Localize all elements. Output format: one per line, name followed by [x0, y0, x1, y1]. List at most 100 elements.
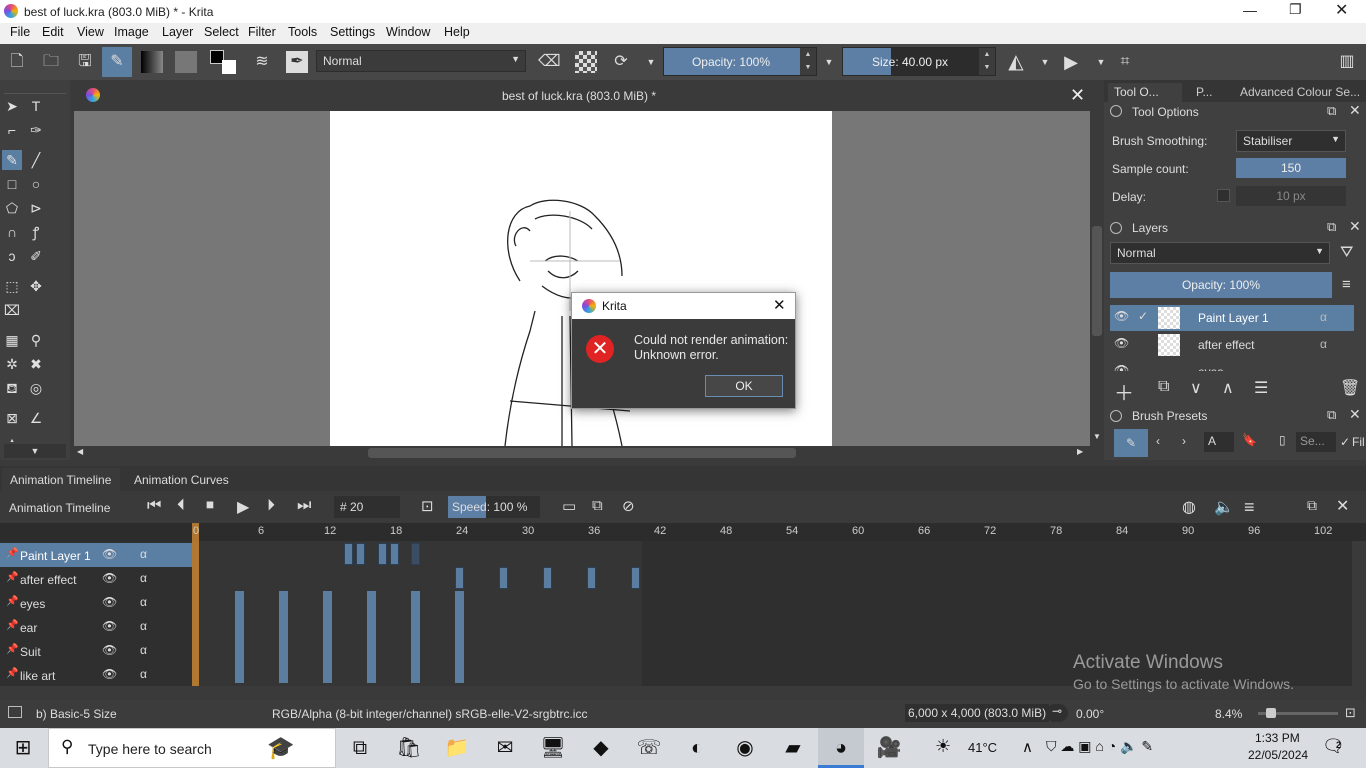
keyframe-column[interactable]: [235, 591, 244, 683]
layer-menu-icon[interactable]: ≡: [1342, 276, 1351, 293]
timeline-layer-like-art[interactable]: 📌 like art 👁 α: [0, 663, 192, 685]
text-tool-icon[interactable]: T: [26, 96, 46, 116]
select-shape-icon[interactable]: ➤: [2, 96, 22, 116]
line-tool-icon[interactable]: ╱: [26, 150, 46, 170]
transform-tool-icon[interactable]: ⬚: [2, 276, 22, 296]
layer-check-icon[interactable]: ✓: [1138, 309, 1148, 323]
measure-tool-icon[interactable]: ∠: [26, 408, 46, 428]
preset-view-icon[interactable]: ▯: [1279, 433, 1286, 447]
canvas-horizontal-scrollbar[interactable]: ◀ ▶: [74, 446, 1090, 460]
rotation-icon[interactable]: ⊸: [1046, 704, 1068, 722]
toolbox-scroll-down[interactable]: ▼: [4, 444, 66, 458]
alpha-icon[interactable]: α: [140, 595, 147, 609]
new-document-icon[interactable]: 🗋: [6, 51, 28, 73]
layer-filter-icon[interactable]: ⛛: [1340, 244, 1353, 262]
drop-frames-icon[interactable]: ⊡: [421, 497, 434, 515]
add-layer-icon[interactable]: ＋: [1114, 377, 1134, 406]
multibrush-icon[interactable]: ✐: [26, 246, 46, 266]
layers-close-icon[interactable]: ✕: [1349, 218, 1361, 235]
file-explorer-icon[interactable]: 📁: [434, 728, 480, 768]
preset-tag-select[interactable]: A: [1204, 432, 1234, 452]
krita-taskbar-icon[interactable]: ◕: [818, 728, 864, 768]
delay-checkbox[interactable]: [1217, 189, 1230, 202]
timeline-vscroll[interactable]: [1352, 541, 1366, 686]
ellipse-tool-icon[interactable]: ○: [26, 174, 46, 194]
hscroll-right-icon[interactable]: ▶: [1077, 447, 1083, 456]
vscroll-thumb[interactable]: [1092, 226, 1102, 336]
edge-icon[interactable]: ◐: [674, 728, 720, 768]
brush-presets-toggle-icon[interactable]: [1110, 410, 1122, 422]
keyframe[interactable]: [378, 543, 387, 565]
tab-tool-options[interactable]: Tool O...: [1108, 83, 1182, 102]
preserve-alpha-icon[interactable]: [575, 51, 597, 73]
alpha-lock-icon[interactable]: α: [1320, 337, 1327, 351]
playhead[interactable]: [192, 523, 199, 686]
timeline-menu-icon[interactable]: ≡: [1244, 497, 1255, 518]
alpha-icon[interactable]: α: [140, 619, 147, 633]
audio-icon[interactable]: 🔈: [1214, 497, 1234, 517]
previous-frame-icon[interactable]: ⏴: [177, 497, 185, 515]
keyframe[interactable]: [631, 567, 640, 589]
tray-icons[interactable]: ⛉ ☁ ▣ ⌂ ◔ 🔈 ✎: [1046, 738, 1153, 755]
dynamic-brush-icon[interactable]: ↄ: [2, 246, 22, 266]
brush-smoothing-select[interactable]: Stabiliser ▼: [1236, 130, 1346, 152]
fit-view-icon[interactable]: ⊡: [1345, 705, 1356, 721]
camera-app-icon[interactable]: 🎥: [866, 728, 912, 768]
timeline-layer-ear[interactable]: 📌 ear 👁 α: [0, 615, 192, 639]
timeline-layer-paint-layer-1[interactable]: 📌 Paint Layer 1 👁 α: [0, 543, 192, 567]
keyframe-column[interactable]: [323, 591, 332, 683]
clock-time[interactable]: 1:33 PM: [1255, 731, 1300, 745]
layers-toggle-icon[interactable]: [1110, 222, 1122, 234]
mirror-v-dropdown-icon[interactable]: ▼: [1090, 51, 1112, 73]
selection-tool-icon[interactable]: ▲: [2, 432, 22, 442]
temperature[interactable]: 41°C: [968, 740, 997, 755]
calligraphy-icon[interactable]: ✑: [26, 120, 46, 140]
onion-skins-icon[interactable]: ◍: [1182, 497, 1196, 517]
pin-icon[interactable]: 📌: [6, 572, 18, 583]
duplicate-layer-icon[interactable]: ⧉: [1158, 378, 1169, 396]
layer-properties-icon[interactable]: ☰: [1254, 378, 1268, 398]
menu-view[interactable]: View: [77, 25, 104, 39]
preset-search-input[interactable]: Se...: [1296, 432, 1336, 452]
status-dimensions[interactable]: 6,000 x 4,000 (803.0 MiB): [905, 704, 1050, 722]
preset-prev-icon[interactable]: ‹: [1156, 434, 1160, 448]
hscroll-thumb[interactable]: [368, 448, 796, 458]
color-picker-icon[interactable]: ⚲: [26, 330, 46, 350]
fill-tool-icon[interactable]: ⛾: [2, 378, 22, 398]
alpha-icon[interactable]: α: [140, 643, 147, 657]
close-document-icon[interactable]: ✕: [1070, 85, 1085, 106]
keyframe-column[interactable]: [411, 591, 420, 683]
menu-window[interactable]: Window: [386, 25, 430, 39]
gradient-tool-icon[interactable]: ▦: [2, 330, 22, 350]
visibility-eye-icon[interactable]: 👁: [102, 619, 117, 633]
menu-settings[interactable]: Settings: [330, 25, 375, 39]
move-layer-down-icon[interactable]: ∨: [1190, 378, 1202, 398]
notification-icon[interactable]: 🗨: [1322, 736, 1345, 757]
visibility-eye-icon[interactable]: 👁: [1114, 363, 1129, 371]
current-preset-icon[interactable]: ✎: [1114, 429, 1148, 457]
weather-icon[interactable]: ☀: [935, 736, 951, 757]
visibility-eye-icon[interactable]: 👁: [102, 667, 117, 681]
save-icon[interactable]: 🖫: [74, 51, 96, 73]
blend-mode-select[interactable]: Normal ▼: [316, 50, 526, 72]
keyframe[interactable]: [455, 567, 464, 589]
edit-shapes-icon[interactable]: ⌐: [2, 120, 22, 140]
mail-icon[interactable]: ✉: [482, 728, 528, 768]
pin-icon[interactable]: 📌: [6, 548, 18, 559]
app-icon[interactable]: ▰: [770, 728, 816, 768]
presets-list-icon[interactable]: ≋: [251, 51, 273, 73]
brush-presets-close-icon[interactable]: ✕: [1349, 406, 1361, 423]
rectangle-tool-icon[interactable]: □: [2, 174, 22, 194]
menu-layer[interactable]: Layer: [162, 25, 193, 39]
tab-animation-timeline[interactable]: Animation Timeline: [2, 468, 120, 492]
hscroll-left-icon[interactable]: ◀: [77, 447, 83, 456]
keyframe[interactable]: [587, 567, 596, 589]
preset-next-icon[interactable]: ›: [1182, 434, 1186, 448]
visibility-eye-icon[interactable]: 👁: [1114, 309, 1129, 323]
layer-row-after-effect[interactable]: 👁 after effect α: [1110, 332, 1354, 358]
size-spin[interactable]: ▲ ▼: [979, 48, 995, 75]
loop-icon[interactable]: ⧉: [592, 497, 603, 514]
assistant-tool-icon[interactable]: ⊠: [2, 408, 22, 428]
sample-count-slider[interactable]: 150: [1236, 158, 1346, 178]
tab-advanced-colour[interactable]: Advanced Colour Se...: [1234, 85, 1360, 99]
